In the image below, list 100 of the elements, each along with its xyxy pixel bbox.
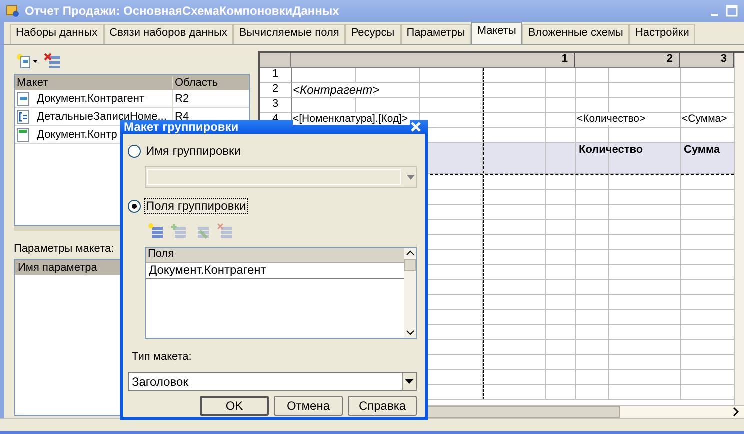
sheet-cell [546,83,576,98]
sheet-cell [483,190,546,205]
sheet-cell [483,310,546,325]
tab[interactable]: Наборы данных [10,24,104,44]
scroll-thumb[interactable] [404,259,416,271]
radio-button[interactable] [128,144,141,158]
sheet-cell-text: <Сумма> [682,113,730,125]
row-header[interactable]: 1 [260,68,292,83]
sheet-cell [609,280,681,295]
sheet-cell [483,325,546,340]
sheet-cell [546,295,576,310]
sheet-cell [546,235,576,250]
column-header: 2 [575,53,680,68]
sheet-cell [546,265,576,280]
sheet-cell [576,68,609,83]
sheet-cell [546,385,576,400]
radio-label[interactable]: Поля группировки [145,199,248,213]
tab[interactable]: Макеты [471,22,522,44]
sheet-cell [576,370,609,385]
sheet-cell [546,250,576,265]
grouping-name-combo[interactable] [145,166,417,188]
delete-template-icon[interactable] [44,53,62,69]
sheet-cell [576,310,609,325]
sheet-cell-text: <Контрагент> [293,83,382,97]
radio-button[interactable] [128,200,141,212]
sheet-cell [483,235,546,250]
sheet-cell [420,98,483,113]
dropdown-icon[interactable] [405,379,414,384]
add-icon[interactable] [148,223,164,239]
sheet-cell [546,220,576,235]
sheet-cell [609,220,681,235]
sheet-cell [609,265,681,280]
tab[interactable]: Связи наборов данных [104,24,234,44]
sheet-cell-text: <Количество> [577,113,648,125]
sheet-cell-text: <[Номенклатура].[Код]> [293,113,410,125]
sheet-cell [483,250,546,265]
close-icon[interactable] [410,121,422,133]
sheet-cell [483,175,546,190]
radio-label[interactable]: Имя группировки [145,144,242,158]
column-header: 1 [291,53,575,68]
vertical-scrollbar[interactable] [404,248,416,338]
sheet-cell [483,340,546,355]
sheet-cell [546,325,576,340]
sheet-cell [483,205,546,220]
type-combo[interactable]: Заголовок [128,372,417,391]
sheet-cell [576,385,609,400]
sheet-cell [576,340,609,355]
template-name[interactable]: ДетальныеЗаписиНоме... [37,110,167,122]
row-number: 1 [272,68,279,80]
tab[interactable]: Ресурсы [345,24,401,44]
template-name[interactable]: Документ.Контрагент [37,92,145,104]
sheet-cell [546,175,576,190]
tab[interactable]: Вычисляемые поля [233,24,346,44]
sheet-cell [546,98,576,113]
tab[interactable]: Настройки [629,24,696,44]
sheet-cell [609,295,681,310]
cancel-button[interactable]: Отмена [274,396,343,416]
template-icon [17,92,29,106]
row-header[interactable]: 3 [260,98,292,113]
sheet-cell [576,205,609,220]
add-template-icon[interactable] [16,53,40,69]
dialog-title: Макет группировки [124,120,239,134]
sheet-cell [609,175,681,190]
sheet-cell [609,310,681,325]
sheet-cell [576,250,609,265]
vertical-scrollbar[interactable] [734,53,744,405]
column-header: Область [174,76,220,88]
sheet-cell [546,205,576,220]
sheet-cell [609,325,681,340]
area-cell: R4 [175,110,190,122]
row-number: 3 [272,98,279,110]
sheet-cell [483,385,546,400]
maximize-icon[interactable] [726,5,738,17]
ok-button[interactable]: OK [200,396,269,416]
sheet-cell [609,355,681,370]
sheet-cell [483,295,546,310]
sheet-cell [609,340,681,355]
sheet-cell [609,235,681,250]
sheet-cell [609,68,681,83]
help-button[interactable]: Справка [348,396,417,416]
sheet-cell [576,235,609,250]
app-icon [6,4,20,18]
field-row[interactable]: Документ.Контрагент [146,263,404,279]
row-header[interactable]: 2 [260,83,292,98]
sheet-cell [420,68,483,83]
sheet-cell [576,295,609,310]
column-header: Имя параметра [17,262,98,274]
tab[interactable]: Параметры [400,24,472,44]
column-header: Макет [15,76,173,88]
sheet-cell [609,205,681,220]
template-name[interactable]: Документ.Контр [37,128,118,140]
sheet-cell [546,370,576,385]
sheet-cell [609,250,681,265]
sheet-cell-text: Сумма [684,144,720,156]
row-number: 2 [272,83,279,95]
sheet-cell [546,340,576,355]
column-header: Поля [146,248,404,263]
sheet-cell [546,68,576,83]
bracket-icon [17,110,29,124]
tab[interactable]: Вложенные схемы [522,24,630,44]
